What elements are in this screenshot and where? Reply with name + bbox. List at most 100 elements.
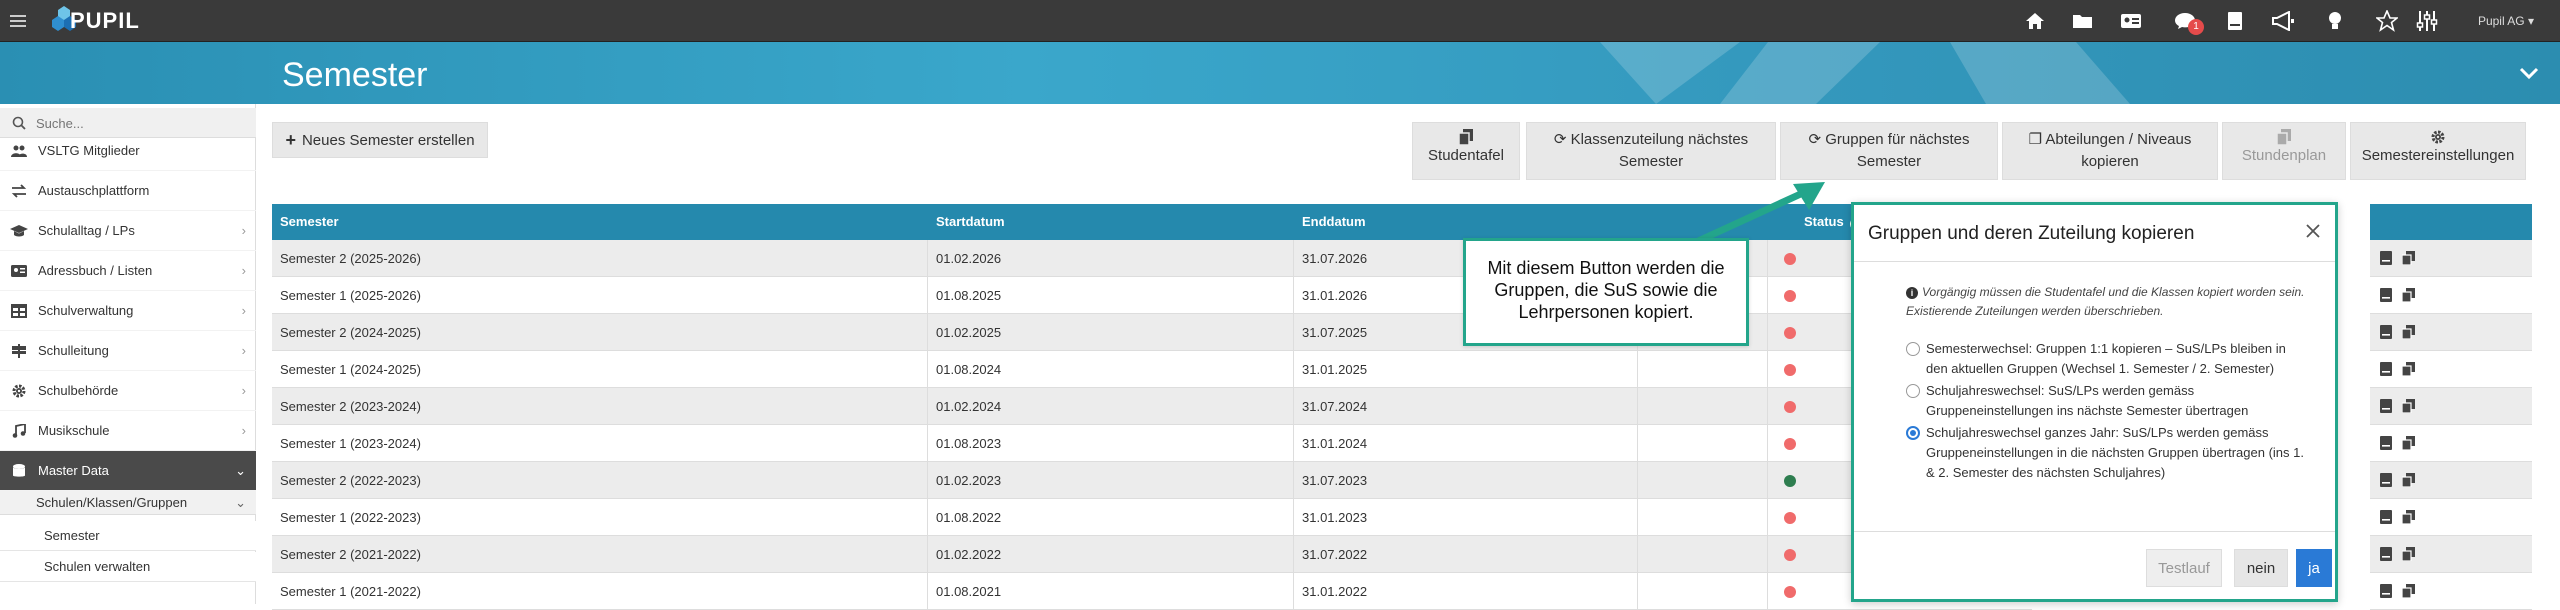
book-icon[interactable]	[2380, 288, 2392, 302]
modal-title: Gruppen und deren Zuteilung kopieren	[1868, 223, 2195, 244]
option-label: Schuljahreswechsel: SuS/LPs werden gemäs…	[1926, 383, 2249, 418]
table-row[interactable]: Semester 1 (2022-2023) 01.08.2022 31.01.20…	[272, 499, 2032, 536]
sidebar-item-adressbuch[interactable]: Adressbuch / Listen ›	[0, 251, 256, 291]
database-icon	[10, 463, 28, 479]
copy-icon[interactable]	[2402, 510, 2415, 524]
copy-icon[interactable]	[2402, 399, 2415, 413]
studentafel-button[interactable]: Studentafel	[1412, 122, 1520, 180]
new-semester-button[interactable]: + Neues Semester erstellen	[272, 122, 488, 158]
row-actions	[2370, 240, 2532, 277]
sidebar-subitem-schulen-verwalten[interactable]: Schulen verwalten	[0, 552, 256, 582]
table-row[interactable]: Semester 1 (2024-2025) 01.08.2024 31.01.20…	[272, 351, 2032, 388]
cell-startdatum: 01.08.2024	[928, 351, 1294, 388]
gruppen-kopieren-button[interactable]: ⟳ Gruppen für nächstes Semester	[1780, 122, 1998, 180]
option-semesterwechsel[interactable]: Semesterwechsel: Gruppen 1:1 kopieren – …	[1906, 339, 2306, 379]
table-row[interactable]: Semester 1 (2023-2024) 01.08.2023 31.01.20…	[272, 425, 2032, 462]
music-icon	[10, 423, 28, 439]
ja-button[interactable]: ja	[2296, 549, 2332, 587]
sidebar-subitem-semester[interactable]: Semester	[0, 521, 256, 551]
sidebar-item-label: Austauschplattform	[38, 183, 150, 198]
road-sign-icon	[10, 343, 28, 359]
sidebar-subitem-label: Schulen verwalten	[44, 559, 151, 574]
table-row[interactable]: Semester 2 (2021-2022) 01.02.2022 31.07.20…	[272, 536, 2032, 573]
sidebar-item-musikschule[interactable]: Musikschule ›	[0, 411, 256, 451]
id-card-icon[interactable]	[2118, 9, 2144, 33]
book-icon[interactable]	[2380, 547, 2392, 561]
book-icon[interactable]	[2380, 325, 2392, 339]
folder-icon[interactable]	[2070, 9, 2096, 33]
sidebar-item-master-data[interactable]: Master Data ⌄	[0, 451, 256, 491]
sliders-icon[interactable]	[2414, 9, 2440, 33]
klassenzuteilung-button[interactable]: ⟳ Klassenzuteilung nächstes Semester	[1526, 122, 1776, 180]
megaphone-icon[interactable]	[2270, 9, 2296, 33]
book-icon[interactable]	[2380, 510, 2392, 524]
testlauf-button[interactable]: Testlauf	[2146, 549, 2222, 587]
sidebar-item-schulverwaltung[interactable]: Schulverwaltung ›	[0, 291, 256, 331]
copy-icon[interactable]	[2402, 251, 2415, 265]
hamburger-menu-icon[interactable]	[10, 12, 26, 28]
table-row[interactable]: Semester 1 (2021-2022) 01.08.2021 31.01.20…	[272, 573, 2032, 610]
cell-startdatum: 01.02.2025	[928, 314, 1294, 351]
copy-icon[interactable]	[2402, 325, 2415, 339]
close-icon[interactable]	[2303, 221, 2323, 241]
user-menu[interactable]: Pupil AG ▾	[2478, 14, 2534, 28]
copy-icon[interactable]	[2402, 584, 2415, 598]
copy-icon[interactable]	[2402, 473, 2415, 487]
search-input[interactable]	[36, 114, 236, 132]
status-dot-icon	[1784, 512, 1796, 524]
semestereinstellungen-button[interactable]: Semestereinstellungen	[2350, 122, 2526, 180]
copy-icon[interactable]	[2402, 288, 2415, 302]
sidebar-item-austausch[interactable]: Austauschplattform	[0, 171, 256, 211]
radio-button[interactable]	[1906, 342, 1920, 356]
cell-enddatum: 31.01.2025	[1294, 351, 1638, 388]
book-icon[interactable]	[2380, 436, 2392, 450]
radio-button-selected[interactable]	[1906, 426, 1920, 440]
cell-semester: Semester 2 (2022-2023)	[272, 462, 928, 499]
column-header-enddatum[interactable]: Enddatum	[1294, 204, 1638, 240]
table-row[interactable]: Semester 2 (2023-2024) 01.02.2024 31.07.20…	[272, 388, 2032, 425]
cell-semester: Semester 1 (2025-2026)	[272, 277, 928, 314]
table-row[interactable]: Semester 2 (2022-2023) 01.02.2023 31.07.20…	[272, 462, 2032, 499]
chevron-down-icon[interactable]	[2518, 62, 2540, 84]
radio-button[interactable]	[1906, 384, 1920, 398]
page-title: Semester	[282, 56, 428, 94]
table-row[interactable]: Semester 1 (2025-2026) 01.08.2025 31.01.20…	[272, 277, 2032, 314]
status-dot-icon	[1784, 401, 1796, 413]
sidebar-subitem-schulen-klassen[interactable]: Schulen/Klassen/Gruppen ⌄	[0, 491, 256, 515]
chevron-right-icon: ›	[241, 223, 246, 238]
lightbulb-icon[interactable]	[2322, 9, 2348, 33]
option-schuljahreswechsel[interactable]: Schuljahreswechsel: SuS/LPs werden gemäs…	[1906, 381, 2306, 421]
chevron-down-icon: ⌄	[235, 495, 246, 510]
abteilungen-button[interactable]: ❐ Abteilungen / Niveaus kopieren	[2002, 122, 2218, 180]
book-icon[interactable]	[2380, 251, 2392, 265]
sidebar-item-schulbehoerde[interactable]: Schulbehörde ›	[0, 371, 256, 411]
book-icon[interactable]	[2380, 473, 2392, 487]
table-row[interactable]: Semester 2 (2024-2025) 01.02.2025 31.07.20…	[272, 314, 2032, 351]
copy-icon[interactable]	[2402, 436, 2415, 450]
copy-icon[interactable]	[2402, 547, 2415, 561]
modal-divider	[1854, 531, 2335, 532]
copy-icon[interactable]	[2402, 362, 2415, 376]
book-icon[interactable]	[2380, 362, 2392, 376]
copy-groups-modal: Gruppen und deren Zuteilung kopieren i Vo…	[1851, 202, 2338, 602]
book-icon[interactable]	[2380, 399, 2392, 413]
chat-icon[interactable]: 1	[2172, 9, 2204, 35]
stundenplan-button[interactable]: Stundenplan	[2222, 122, 2346, 180]
cell-enddatum: 31.01.2024	[1294, 425, 1638, 462]
table-icon	[10, 303, 28, 319]
status-dot-icon	[1784, 290, 1796, 302]
sidebar-item-schulalltag[interactable]: Schulalltag / LPs ›	[0, 211, 256, 251]
nein-button[interactable]: nein	[2234, 549, 2288, 587]
option-schuljahreswechsel-ganzes-jahr[interactable]: Schuljahreswechsel ganzes Jahr: SuS/LPs …	[1906, 423, 2306, 483]
app-name: PUPIL	[70, 8, 140, 33]
sidebar-item-vsltg[interactable]: VSLTG Mitglieder	[0, 131, 256, 171]
sidebar-item-schulleitung[interactable]: Schulleitung ›	[0, 331, 256, 371]
sidebar-item-label: Schulbehörde	[38, 383, 119, 398]
star-icon[interactable]	[2374, 9, 2400, 33]
column-header-semester[interactable]: Semester	[272, 204, 928, 240]
home-icon[interactable]	[2022, 9, 2048, 33]
book-icon[interactable]	[2380, 584, 2392, 598]
sidebar-item-label: VSLTG Mitglieder	[38, 143, 140, 158]
book-icon[interactable]	[2222, 9, 2248, 33]
column-header-startdatum[interactable]: Startdatum	[928, 204, 1294, 240]
